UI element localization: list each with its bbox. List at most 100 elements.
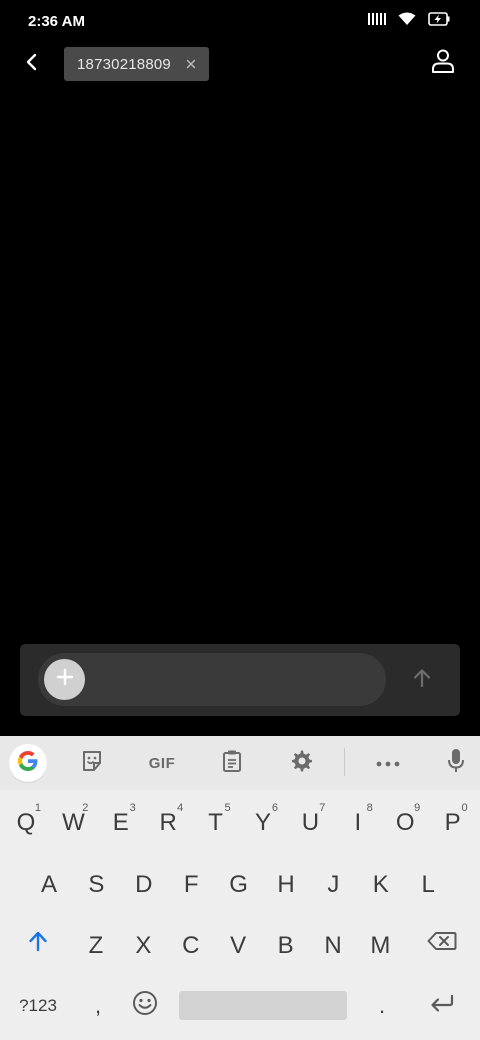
key-h[interactable]: H xyxy=(263,864,309,906)
key-o[interactable]: O9 xyxy=(382,802,428,844)
key-k[interactable]: K xyxy=(358,864,404,906)
key-hint: 1 xyxy=(34,802,41,814)
key-label: V xyxy=(230,932,247,959)
key-hint: 2 xyxy=(82,802,89,814)
send-button[interactable] xyxy=(406,664,438,696)
google-button[interactable] xyxy=(9,744,47,782)
key-label: F xyxy=(183,871,199,898)
enter-key[interactable] xyxy=(418,986,466,1026)
key-p[interactable]: P0 xyxy=(430,802,476,844)
sticker-icon xyxy=(80,749,104,778)
enter-arrow-icon xyxy=(429,992,455,1020)
clipboard-button[interactable] xyxy=(212,744,252,782)
key-label: M xyxy=(370,932,391,959)
backspace-icon xyxy=(427,930,457,958)
contact-button[interactable] xyxy=(428,48,458,78)
back-button[interactable] xyxy=(16,48,48,80)
compose-panel xyxy=(20,644,460,716)
emoji-key[interactable] xyxy=(124,986,166,1026)
key-label: E xyxy=(112,809,129,836)
key-label: B xyxy=(277,932,294,959)
key-label: X xyxy=(135,932,152,959)
key-label: D xyxy=(135,871,153,898)
key-c[interactable]: C xyxy=(168,925,214,967)
status-bar: 2:36 AM xyxy=(0,0,480,42)
plus-icon xyxy=(56,668,74,691)
key-t[interactable]: T5 xyxy=(193,802,239,844)
emoji-icon xyxy=(132,990,158,1023)
key-hint: 9 xyxy=(414,802,421,814)
key-label: Z xyxy=(88,932,104,959)
add-attachment-button[interactable] xyxy=(44,659,85,700)
key-hint: 7 xyxy=(319,802,326,814)
key-x[interactable]: X xyxy=(120,925,166,967)
person-icon xyxy=(430,48,456,79)
key-q[interactable]: Q1 xyxy=(3,802,49,844)
key-m[interactable]: M xyxy=(357,925,403,967)
microphone-icon xyxy=(447,748,465,779)
keyboard: GIF Q1W2E3R4T5Y6U7I8O9P0ASDFGHJKLZXCVBNM xyxy=(0,736,480,1040)
key-v[interactable]: V xyxy=(215,925,261,967)
key-n[interactable]: N xyxy=(310,925,356,967)
more-button[interactable] xyxy=(368,744,408,782)
google-icon xyxy=(16,749,40,778)
key-u[interactable]: U7 xyxy=(287,802,333,844)
space-key[interactable] xyxy=(179,991,347,1020)
key-z[interactable]: Z xyxy=(73,925,119,967)
gif-label: GIF xyxy=(148,754,176,772)
close-icon[interactable] xyxy=(185,58,197,70)
status-time: 2:36 AM xyxy=(28,13,85,30)
key-label: I xyxy=(354,809,362,836)
key-label: H xyxy=(277,871,295,898)
key-label: U xyxy=(301,809,320,836)
key-label: A xyxy=(40,871,57,898)
key-label: C xyxy=(182,932,200,959)
keyboard-toolbar: GIF xyxy=(0,736,480,790)
key-g[interactable]: G xyxy=(216,864,262,906)
key-hint: 0 xyxy=(461,802,468,814)
clipboard-icon xyxy=(221,749,243,778)
period-key-label: . xyxy=(378,993,386,1018)
key-label: S xyxy=(88,871,105,898)
key-hint: 5 xyxy=(224,802,231,814)
period-key[interactable]: . xyxy=(362,986,402,1026)
key-f[interactable]: F xyxy=(168,864,214,906)
signal-icon xyxy=(368,12,386,26)
recipient-chip[interactable]: 18730218809 xyxy=(64,47,209,81)
key-i[interactable]: I8 xyxy=(335,802,381,844)
key-s[interactable]: S xyxy=(73,864,119,906)
send-arrow-icon xyxy=(413,668,431,693)
key-label: P xyxy=(444,809,461,836)
voice-input-button[interactable] xyxy=(436,744,476,782)
backspace-key[interactable] xyxy=(418,924,466,964)
comma-key[interactable]: , xyxy=(80,986,116,1026)
symbols-key[interactable]: ?123 xyxy=(6,986,70,1026)
key-hint: 8 xyxy=(366,802,373,814)
key-label: R xyxy=(159,809,177,836)
key-label: K xyxy=(372,871,389,898)
key-d[interactable]: D xyxy=(121,864,167,906)
battery-charging-icon xyxy=(428,12,450,26)
key-label: L xyxy=(421,871,435,898)
gif-button[interactable]: GIF xyxy=(140,744,184,782)
key-label: Q xyxy=(16,809,36,836)
more-icon xyxy=(376,754,400,772)
key-y[interactable]: Y6 xyxy=(240,802,286,844)
sticker-button[interactable] xyxy=(72,744,112,782)
key-r[interactable]: R4 xyxy=(145,802,191,844)
message-input[interactable] xyxy=(94,658,374,702)
back-arrow-icon xyxy=(24,53,40,76)
key-w[interactable]: W2 xyxy=(50,802,96,844)
symbols-key-label: ?123 xyxy=(19,996,57,1015)
key-label: G xyxy=(229,871,248,898)
shift-key[interactable] xyxy=(14,924,62,964)
settings-button[interactable] xyxy=(282,744,322,782)
key-hint: 4 xyxy=(177,802,184,814)
key-l[interactable]: L xyxy=(405,864,451,906)
key-e[interactable]: E3 xyxy=(98,802,144,844)
key-j[interactable]: J xyxy=(310,864,356,906)
recipient-chip-label: 18730218809 xyxy=(77,55,171,73)
key-b[interactable]: B xyxy=(263,925,309,967)
key-label: N xyxy=(324,932,342,959)
key-a[interactable]: A xyxy=(26,864,72,906)
